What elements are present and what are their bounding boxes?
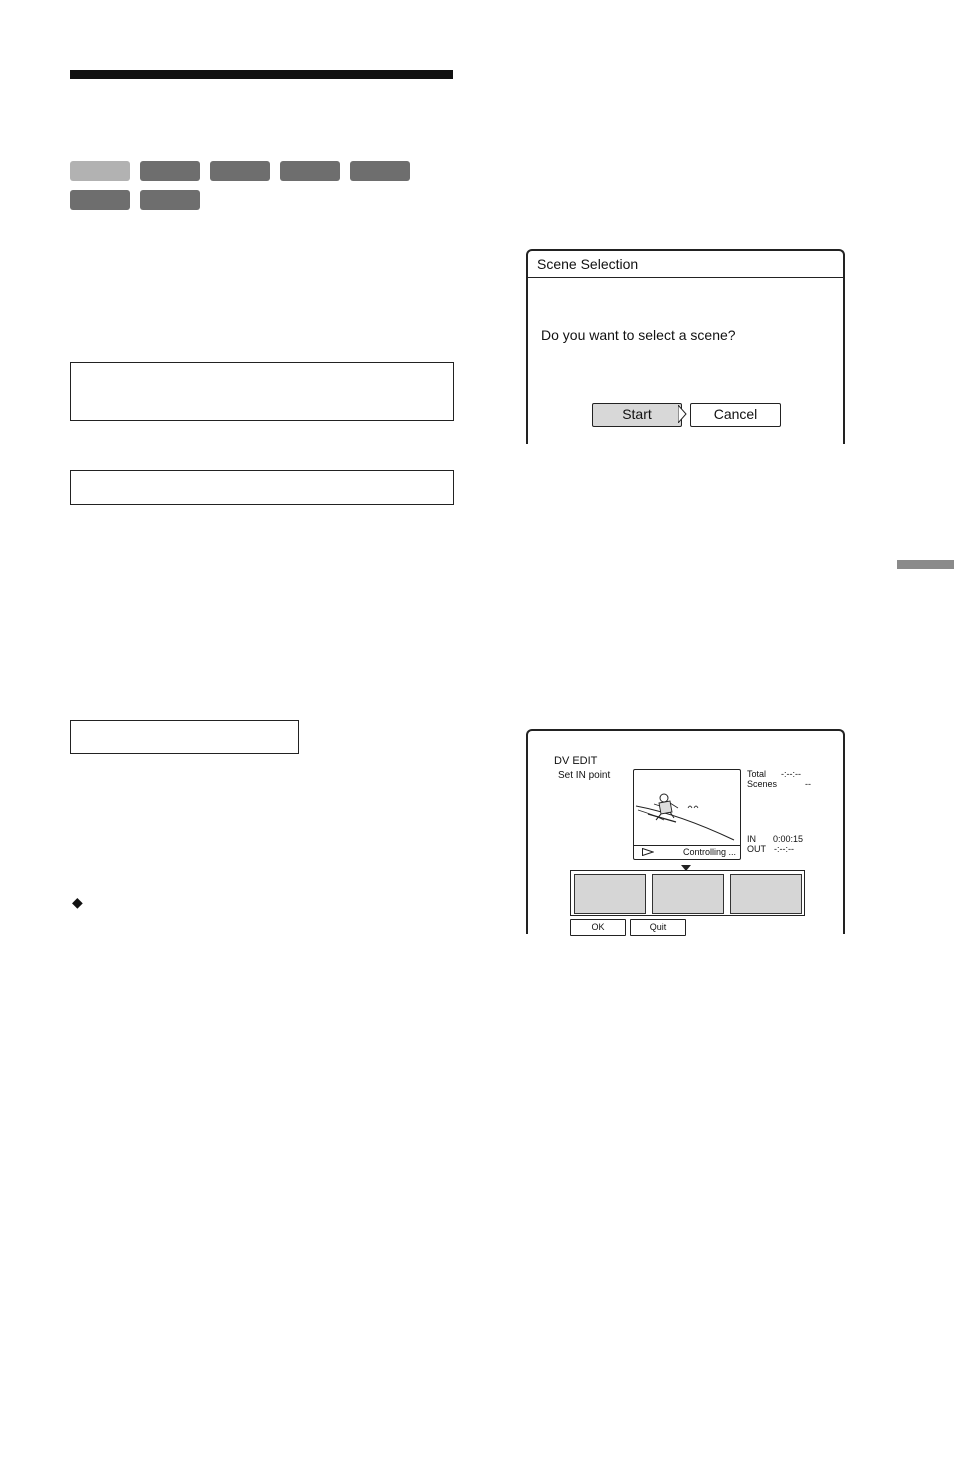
out-value: -:--:-- [774,844,794,854]
scenes-label: Scenes [747,779,778,789]
dv-edit-screen: DV EDIT Set IN point Controlling ... Tot… [526,729,845,936]
in-label: IN [747,834,756,844]
out-label: OUT [747,844,766,854]
preview-status-bar: Controlling ... [634,845,740,859]
format-badge-5 [350,161,410,181]
scenes-value: -- [805,779,811,789]
note-box-2 [70,470,454,505]
scene-thumbnail[interactable] [574,874,646,914]
scene-thumbnail[interactable] [730,874,802,914]
status-text: Controlling ... [682,847,736,857]
format-badge-6 [70,190,130,210]
format-badge-2 [140,161,200,181]
heading-rule [70,70,453,79]
quit-button[interactable]: Quit [630,919,686,936]
scene-selection-dialog: Scene Selection Do you want to select a … [526,249,845,444]
scene-thumbnail[interactable] [652,874,724,914]
format-badge-4 [280,161,340,181]
note-box-1 [70,362,454,421]
play-icon [642,848,654,856]
dv-edit-subtitle: Set IN point [558,770,611,781]
total-label: Total [747,769,767,779]
scene-thumbnail-strip [570,870,805,916]
dialog-question: Do you want to select a scene? [541,327,736,343]
in-value: 0:00:15 [773,834,804,844]
dv-edit-title: DV EDIT [554,755,598,767]
focus-arrow-icon [678,405,687,423]
format-badge-1 [70,161,130,181]
note-box-3 [70,720,299,754]
total-value: -:--:-- [781,769,801,779]
dialog-title: Scene Selection [528,251,843,278]
section-tab [897,560,954,569]
format-badge-3 [210,161,270,181]
skier-image [635,793,735,841]
format-badge-7 [140,190,200,210]
cancel-button[interactable]: Cancel [690,403,781,427]
diamond-bullet-icon: ◆ [72,894,83,910]
video-preview: Controlling ... [633,769,741,860]
start-button[interactable]: Start [592,403,682,427]
ok-button[interactable]: OK [570,919,626,936]
